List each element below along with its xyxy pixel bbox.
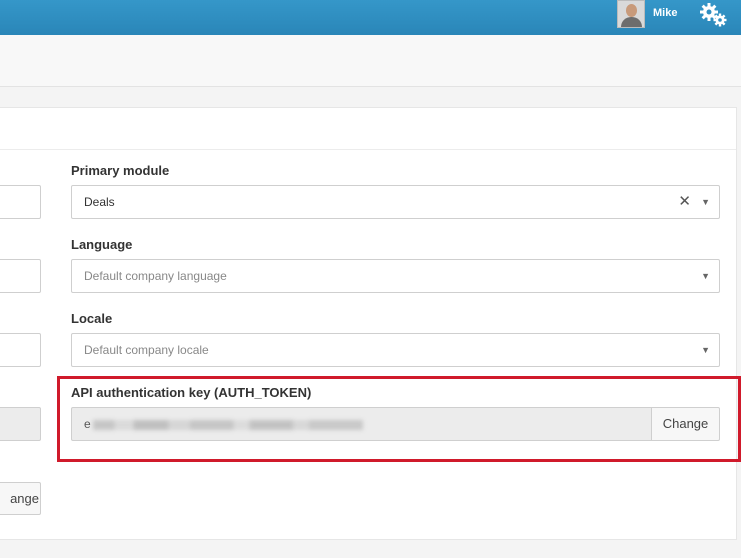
left-field-2[interactable] xyxy=(0,259,41,293)
user-avatar-icon[interactable] xyxy=(617,0,645,28)
user-name[interactable]: Mike xyxy=(653,7,677,19)
chevron-down-icon[interactable]: ▼ xyxy=(701,186,710,218)
primary-module-label: Primary module xyxy=(71,163,170,178)
avatar-body xyxy=(621,17,642,27)
api-key-field: e xyxy=(71,407,651,441)
language-label: Language xyxy=(71,237,133,252)
locale-select[interactable]: Default company locale ▼ xyxy=(71,333,720,367)
language-select[interactable]: Default company language ▼ xyxy=(71,259,720,293)
api-key-visible-prefix: e xyxy=(84,417,91,431)
top-bar: Mike xyxy=(0,0,741,35)
left-field-3[interactable] xyxy=(0,333,41,367)
api-key-label: API authentication key (AUTH_TOKEN) xyxy=(71,385,312,400)
left-field-4 xyxy=(0,407,41,441)
api-key-blurred-value xyxy=(92,419,363,430)
change-api-key-button[interactable]: Change xyxy=(651,407,720,441)
language-placeholder: Default company language xyxy=(84,269,227,283)
avatar-head xyxy=(626,4,637,17)
card-header xyxy=(0,108,736,150)
left-field-1[interactable] xyxy=(0,185,41,219)
left-change-button[interactable]: ange xyxy=(0,482,41,515)
clear-icon[interactable]: ✕ xyxy=(678,186,691,218)
primary-module-value: Deals xyxy=(84,195,115,209)
locale-placeholder: Default company locale xyxy=(84,343,209,357)
sub-header xyxy=(0,35,741,87)
gears-icon[interactable] xyxy=(699,2,729,28)
chevron-down-icon[interactable]: ▼ xyxy=(701,334,710,366)
locale-label: Locale xyxy=(71,311,113,326)
chevron-down-icon[interactable]: ▼ xyxy=(701,260,710,292)
primary-module-select[interactable]: Deals ✕ ▼ xyxy=(71,185,720,219)
